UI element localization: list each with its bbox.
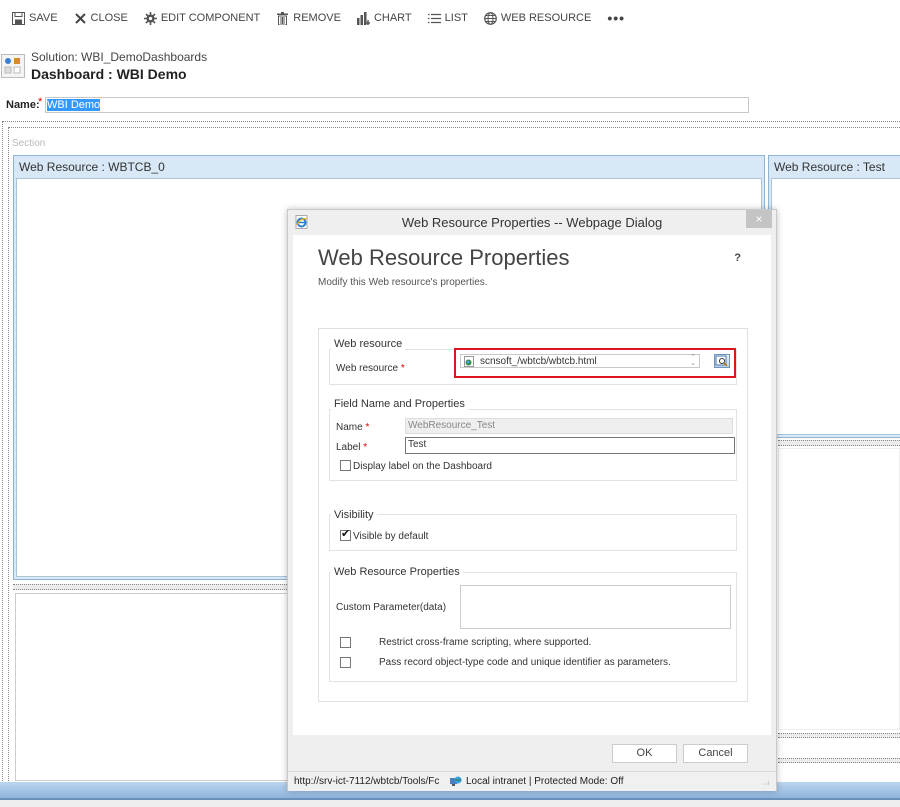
gear-icon (143, 11, 157, 25)
list-label: LIST (444, 12, 468, 24)
save-label: SAVE (29, 12, 58, 24)
dialog-titlebar[interactable]: Web Resource Properties -- Webpage Dialo… (288, 210, 776, 234)
web-resource-lookup[interactable]: scnsoft_/wbtcb/wbtcb.html ⌃ ⌄ (460, 354, 700, 368)
web-resource-properties-dialog: Web Resource Properties -- Webpage Dialo… (287, 209, 777, 791)
lookup-search-icon (715, 355, 728, 367)
restrict-cross-frame-checkbox[interactable] (340, 637, 351, 648)
component-title: Web Resource : WBTCB_0 (19, 160, 165, 174)
remove-label: REMOVE (293, 12, 341, 24)
dialog-close-button[interactable]: × (746, 210, 772, 228)
visible-by-default-label: Visible by default (353, 531, 429, 542)
name-input-value: WBI Demo (47, 99, 101, 111)
display-label-checkbox[interactable] (340, 460, 351, 471)
security-zone-text: Local intranet | Protected Mode: Off (466, 776, 624, 787)
pass-record-params-label: Pass record object-type code and unique … (379, 657, 671, 668)
dashboard-icon (1, 54, 25, 78)
close-button[interactable]: CLOSE (74, 8, 128, 28)
restrict-cross-frame-label: Restrict cross-frame scripting, where su… (379, 637, 592, 648)
required-marker: * (365, 422, 370, 433)
name-input[interactable]: WBI Demo (45, 97, 749, 113)
web-resource-button[interactable]: WEB RESOURCE (483, 8, 592, 28)
web-resource-highlight: scnsoft_/wbtcb/wbtcb.html ⌃ ⌄ (454, 348, 736, 378)
component-divider (778, 733, 900, 738)
web-resource-component-test[interactable]: Web Resource : Test (768, 155, 900, 438)
close-label: CLOSE (90, 12, 128, 24)
lookup-button[interactable] (714, 354, 730, 368)
label-field-label-text: Label (336, 442, 361, 453)
dialog-heading: Web Resource Properties (318, 245, 570, 270)
component-name-input: WebResource_Test (405, 418, 733, 434)
component-divider (778, 440, 900, 446)
spin-arrows-icon[interactable]: ⌃ ⌄ (690, 354, 696, 367)
dialog-window-title: Web Resource Properties -- Webpage Dialo… (401, 215, 663, 230)
chart-label: CHART (373, 12, 412, 24)
command-bar: SAVE CLOSE EDIT COMPONENT REMOVE CHART L… (0, 0, 900, 36)
properties-panel: Web resource Web resource * scnsoft_/wbt… (318, 328, 748, 702)
save-button[interactable]: SAVE (12, 8, 58, 28)
web-resource-legend: Web resource (331, 338, 406, 350)
web-resource-value: scnsoft_/wbtcb/wbtcb.html (480, 356, 597, 367)
name-field-label-text: Name (336, 422, 363, 433)
web-resource-label: Web resource * (336, 363, 405, 374)
custom-parameter-input[interactable] (460, 585, 731, 629)
name-label: Name: (6, 99, 40, 111)
remove-button[interactable]: REMOVE (276, 8, 341, 28)
close-icon (74, 12, 86, 24)
field-properties-legend: Field Name and Properties (331, 398, 468, 410)
visible-by-default-checkbox[interactable]: ✔ (340, 528, 351, 541)
edit-component-label: EDIT COMPONENT (160, 12, 261, 24)
resize-grip[interactable]: ⠠⠴ (760, 779, 770, 787)
trash-icon (277, 11, 289, 25)
section-label: Section (12, 138, 46, 149)
web-resource-label: WEB RESOURCE (500, 12, 592, 24)
chart-button[interactable]: CHART (356, 8, 412, 28)
empty-component-placeholder[interactable] (778, 448, 900, 730)
pass-record-params-checkbox[interactable] (340, 657, 351, 668)
label-field-label: Label * (336, 442, 367, 453)
chart-icon (356, 11, 370, 25)
dialog-body: Web Resource Properties ? Modify this We… (293, 235, 771, 735)
more-icon: ••• (607, 10, 626, 26)
dialog-subtitle: Modify this Web resource's properties. (318, 277, 488, 288)
dialog-footer: OK Cancel (288, 735, 776, 770)
required-marker: * (38, 96, 43, 108)
page-title: Dashboard : WBI Demo (31, 66, 187, 82)
web-resource-properties-legend: Web Resource Properties (331, 566, 463, 578)
empty-component-placeholder[interactable] (15, 593, 290, 781)
component-divider (778, 758, 900, 763)
list-button[interactable]: LIST (427, 8, 468, 28)
checkmark-icon: ✔ (341, 528, 351, 540)
custom-parameter-label: Custom Parameter(data) (336, 602, 447, 613)
component-label-input[interactable]: Test (405, 437, 735, 454)
ok-button[interactable]: OK (612, 744, 677, 763)
required-marker: * (363, 442, 368, 453)
component-body (771, 178, 900, 435)
web-resource-label-text: Web resource (336, 363, 399, 374)
list-icon (427, 13, 441, 23)
help-button[interactable]: ? (734, 252, 741, 264)
status-url: http://srv-ict-7112/wbtcb/Tools/Fc (294, 776, 440, 787)
edit-component-button[interactable]: EDIT COMPONENT (143, 8, 261, 28)
component-title: Web Resource : Test (774, 160, 885, 174)
solution-name: Solution: WBI_DemoDashboards (31, 50, 208, 64)
window-bottom-strip (0, 800, 900, 807)
globe-icon (483, 11, 497, 25)
visibility-legend: Visibility (331, 509, 377, 521)
name-field-label: Name * (336, 422, 369, 433)
cancel-button[interactable]: Cancel (683, 744, 748, 763)
dialog-status-bar: http://srv-ict-7112/wbtcb/Tools/Fc Local… (288, 771, 776, 791)
display-label-checkbox-label: Display label on the Dashboard (353, 461, 492, 472)
more-commands-button[interactable]: ••• (607, 8, 625, 28)
save-icon (12, 11, 25, 25)
required-marker: * (400, 363, 405, 374)
web-resource-file-icon (464, 356, 474, 367)
intranet-zone-icon (450, 776, 462, 786)
